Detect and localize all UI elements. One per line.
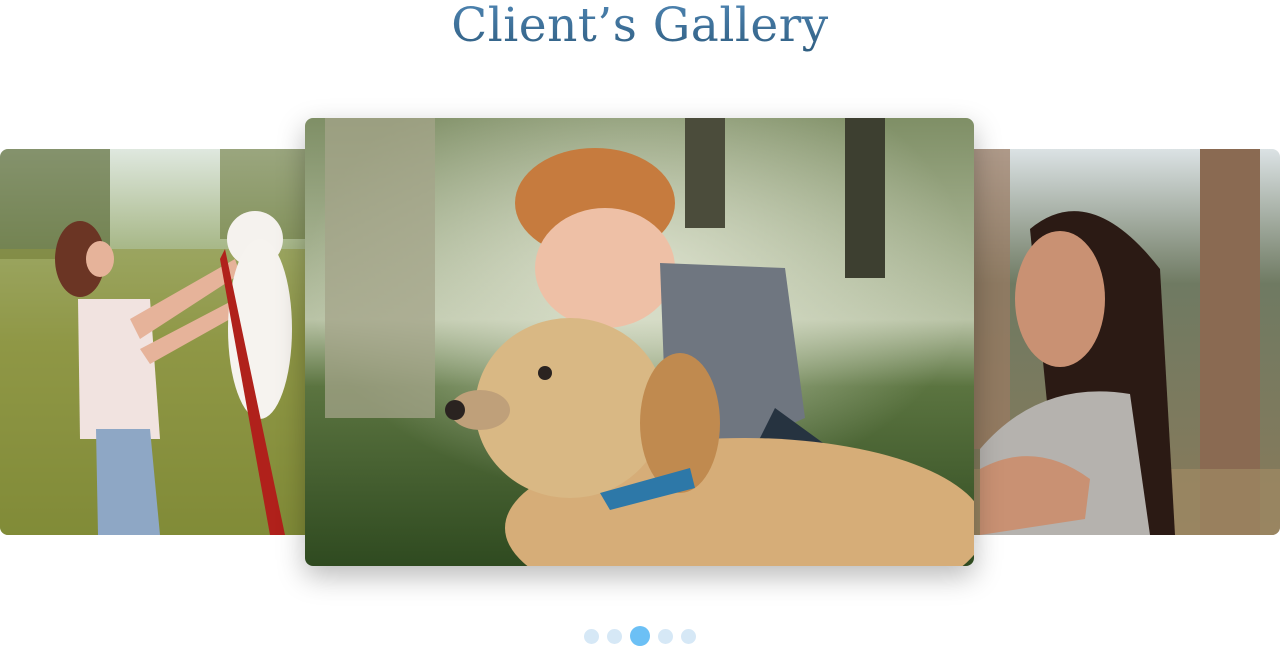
gallery-slide-right[interactable] bbox=[960, 149, 1280, 535]
carousel-pagination bbox=[0, 626, 1280, 646]
slide-photo-smiling-woman bbox=[960, 149, 1280, 535]
gallery-slide-active[interactable] bbox=[305, 118, 974, 566]
slide-photo-boy-with-dog bbox=[305, 118, 974, 566]
pagination-dot-3-active[interactable] bbox=[630, 626, 650, 646]
pagination-dot-5[interactable] bbox=[681, 628, 696, 644]
pagination-dot-4[interactable] bbox=[658, 628, 673, 644]
page-title: Client’s Gallery bbox=[0, 0, 1280, 53]
gallery-slide-left[interactable] bbox=[0, 149, 320, 535]
pagination-dot-1[interactable] bbox=[584, 628, 599, 644]
pagination-dot-2[interactable] bbox=[607, 628, 622, 644]
slide-photo-woman-with-dog bbox=[0, 149, 320, 535]
